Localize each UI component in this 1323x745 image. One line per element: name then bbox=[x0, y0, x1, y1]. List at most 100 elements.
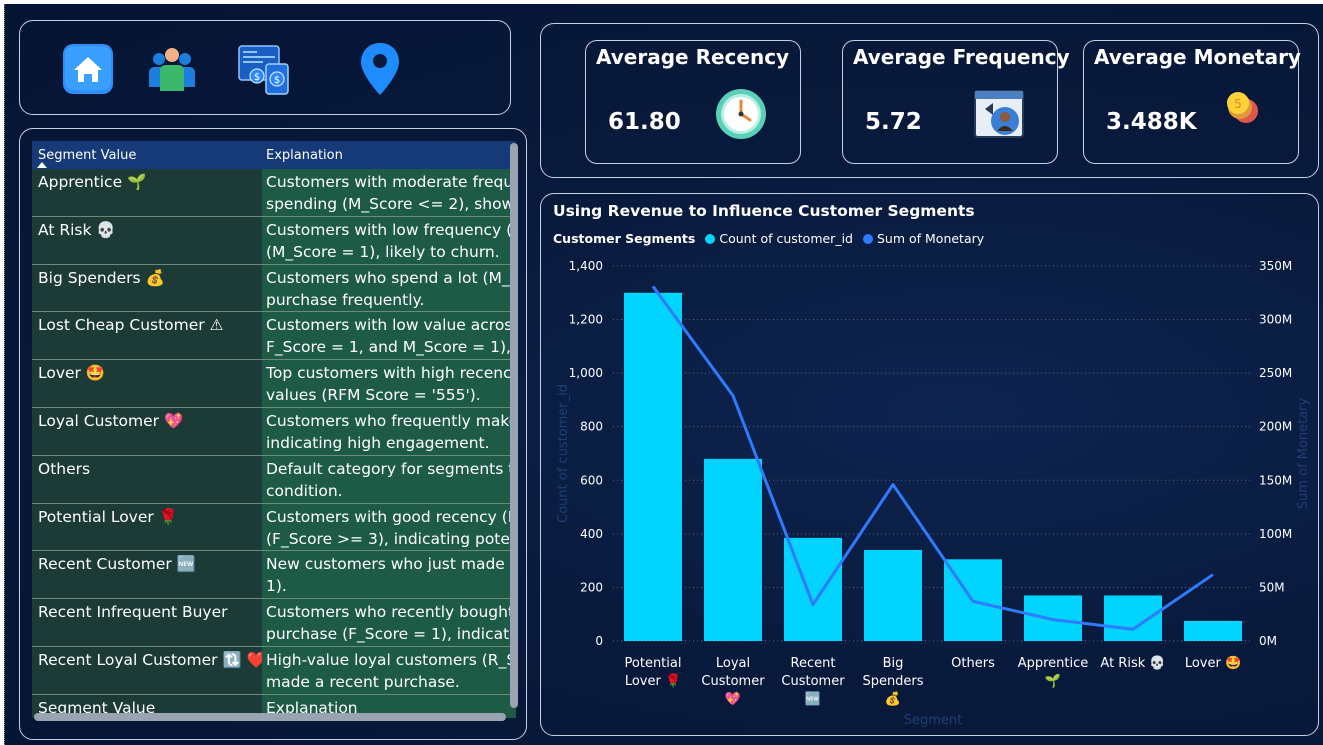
x-tick-label: Potential bbox=[625, 656, 682, 671]
column-header-segment-label: Segment Value bbox=[38, 147, 137, 163]
table-row[interactable]: Potential Lover 🌹 Customers with good rec… bbox=[32, 503, 516, 552]
y2-tick-label: 200M bbox=[1259, 420, 1292, 434]
kpi-title: Average Frequency bbox=[853, 45, 1070, 69]
x-tick-label: Others bbox=[951, 656, 995, 671]
explanation-line: condition. bbox=[266, 481, 343, 500]
y2-tick-label: 50M bbox=[1259, 580, 1285, 594]
explanation-line: High-value loyal customers (R_Sc bbox=[266, 650, 512, 669]
explanation-cell: Customers with low frequency (F (M_Score … bbox=[262, 216, 516, 264]
explanation-line: Customers who recently bought bbox=[266, 603, 512, 622]
y-tick-label: 600 bbox=[580, 473, 603, 487]
coins-icon: 5 bbox=[1222, 83, 1278, 139]
table-row[interactable]: Lover 🤩 Top customers with high recency va… bbox=[32, 360, 516, 408]
kpi-value: 61.80 bbox=[608, 109, 681, 135]
column-header-segment[interactable]: Segment Value bbox=[32, 147, 262, 168]
kpi-card-frequency[interactable]: Average Frequency 5.72 bbox=[842, 40, 1070, 164]
explanation-cell: Customers who recently bought purchase (F… bbox=[262, 599, 516, 646]
x-tick-label: Customer bbox=[781, 674, 845, 689]
horizontal-scrollbar[interactable] bbox=[34, 713, 506, 721]
x-tick-label: Apprentice bbox=[1018, 656, 1089, 671]
bar[interactable] bbox=[624, 292, 682, 641]
segment-table-panel: Segment Value Explanation Apprentice 🌱 Cu… bbox=[19, 128, 527, 740]
segment-table: Segment Value Explanation Apprentice 🌱 Cu… bbox=[32, 141, 516, 718]
explanation-line: values (RFM Score = '555'). bbox=[266, 386, 481, 405]
segment-cell: Big Spenders 💰 bbox=[32, 264, 262, 312]
explanation-cell: Customers who spend a lot (M_S purchase f… bbox=[262, 264, 516, 312]
explanation-line: Customers with good recency (R_ bbox=[266, 507, 512, 526]
table-row[interactable]: Big Spenders 💰 Customers who spend a lot … bbox=[32, 264, 516, 313]
x-tick-label: Customer bbox=[701, 674, 765, 689]
explanation-line: Customers who frequently make bbox=[266, 411, 512, 430]
vertical-scrollbar[interactable] bbox=[510, 143, 518, 708]
table-row[interactable]: Recent Loyal Customer 🔃 ❤️ High-value loy… bbox=[32, 646, 516, 695]
x-tick-label: 🌱 bbox=[1045, 673, 1061, 689]
explanation-cell: Customers with low value across F_Score =… bbox=[262, 312, 516, 360]
explanation-line: indicating high engagement. bbox=[266, 433, 490, 452]
bar[interactable] bbox=[704, 458, 762, 641]
segment-cell: At Risk 💀 bbox=[32, 216, 262, 264]
table-row[interactable]: At Risk 💀 Customers with low frequency (F… bbox=[32, 216, 516, 265]
explanation-line: New customers who just made th bbox=[266, 555, 512, 574]
explanation-line: Customers with low frequency (F bbox=[266, 220, 512, 239]
table-row[interactable]: Lost Cheap Customer ⚠ Customers with low … bbox=[32, 312, 516, 361]
explanation-cell: Top customers with high recency values (R… bbox=[262, 360, 516, 407]
bar[interactable] bbox=[1184, 620, 1242, 641]
bar[interactable] bbox=[1104, 595, 1162, 641]
kpi-title: Average Recency bbox=[596, 45, 790, 69]
x-tick-label: Big bbox=[883, 656, 904, 671]
combo-chart: 0 0M 200 50M 400 100M 600 150M 800 200M 1,000 250M 1… bbox=[556, 259, 1311, 728]
kpi-card-monetary[interactable]: Average Monetary 3.488K 5 bbox=[1083, 40, 1301, 164]
explanation-cell: High-value loyal customers (R_Scmade a r… bbox=[262, 646, 516, 694]
x-tick-label: 💰 bbox=[885, 691, 901, 707]
y-tick-label: 1,000 bbox=[569, 366, 603, 380]
kpi-value: 3.488K bbox=[1106, 109, 1197, 135]
segment-cell: Lover 🤩 bbox=[32, 360, 262, 407]
explanation-line: made a recent purchase. bbox=[266, 672, 460, 691]
clock-icon bbox=[714, 87, 770, 143]
explanation-cell: Customers with moderate freque spending (… bbox=[262, 169, 516, 216]
y2-tick-label: 250M bbox=[1259, 366, 1292, 380]
explanation-cell: Customers with good recency (R_ (F_Score … bbox=[262, 503, 516, 551]
segment-cell: Loyal Customer 💖 bbox=[32, 407, 262, 455]
column-header-explanation-label: Explanation bbox=[266, 147, 343, 163]
location-pin-icon[interactable] bbox=[352, 41, 408, 97]
users-icon[interactable] bbox=[144, 41, 200, 97]
x-tick-label: 🆕 bbox=[805, 691, 821, 707]
explanation-line: (F_Score >= 3), indicating potent bbox=[266, 529, 512, 548]
y2-tick-label: 150M bbox=[1259, 473, 1292, 487]
table-row[interactable]: Loyal Customer 💖 Customers who frequently… bbox=[32, 407, 516, 456]
home-icon[interactable] bbox=[60, 41, 116, 97]
explanation-line: F_Score = 1, and M_Score = 1), i bbox=[266, 338, 512, 357]
y-tick-label: 0 bbox=[595, 634, 603, 648]
explanation-line: spending (M_Score <= 2), showi bbox=[266, 195, 512, 213]
bar[interactable] bbox=[864, 549, 922, 641]
svg-text:$: $ bbox=[274, 75, 280, 86]
dashboard-canvas: $ $ Segment Value Explanation Apprentice… bbox=[4, 4, 1323, 745]
x-tick-label: 💖 bbox=[725, 691, 742, 707]
table-row[interactable]: Others Default category for segments th co… bbox=[32, 455, 516, 504]
segment-cell: Lost Cheap Customer ⚠ bbox=[32, 312, 262, 360]
sort-ascending-icon[interactable] bbox=[37, 161, 47, 168]
chart-panel: Using Revenue to Influence Customer Segm… bbox=[540, 193, 1319, 736]
table-row[interactable]: Recent Customer 🆕 New customers who just … bbox=[32, 551, 516, 600]
x-tick-label: Loyal bbox=[716, 656, 750, 671]
table-row[interactable]: Recent Infrequent Buyer Customers who rec… bbox=[32, 599, 516, 647]
segment-cell: Recent Infrequent Buyer bbox=[32, 599, 262, 646]
explanation-cell: Default category for segments th conditio… bbox=[262, 455, 516, 503]
x-tick-label: At Risk 💀 bbox=[1100, 655, 1165, 671]
y2-axis-title: Sum of Monetary bbox=[1296, 397, 1311, 509]
table-header: Segment Value Explanation bbox=[32, 141, 516, 169]
segment-cell: Recent Loyal Customer 🔃 ❤️ bbox=[32, 646, 262, 694]
x-axis-title: Segment bbox=[904, 713, 963, 728]
table-row[interactable]: Apprentice 🌱 Customers with moderate freq… bbox=[32, 169, 516, 217]
column-header-explanation[interactable]: Explanation bbox=[262, 148, 516, 163]
kpi-card-recency[interactable]: Average Recency 61.80 bbox=[585, 40, 801, 164]
y-tick-label: 1,200 bbox=[569, 313, 603, 327]
explanation-cell: Customers who frequently make indicating … bbox=[262, 407, 516, 455]
explanation-line: purchase frequently. bbox=[266, 290, 425, 309]
x-tick-label: Lover 🤩 bbox=[1185, 655, 1241, 671]
payment-icon[interactable]: $ $ bbox=[236, 41, 292, 97]
y-tick-label: 800 bbox=[580, 420, 603, 434]
y-tick-label: 1,400 bbox=[569, 259, 603, 273]
x-tick-label: Spenders bbox=[862, 674, 923, 689]
